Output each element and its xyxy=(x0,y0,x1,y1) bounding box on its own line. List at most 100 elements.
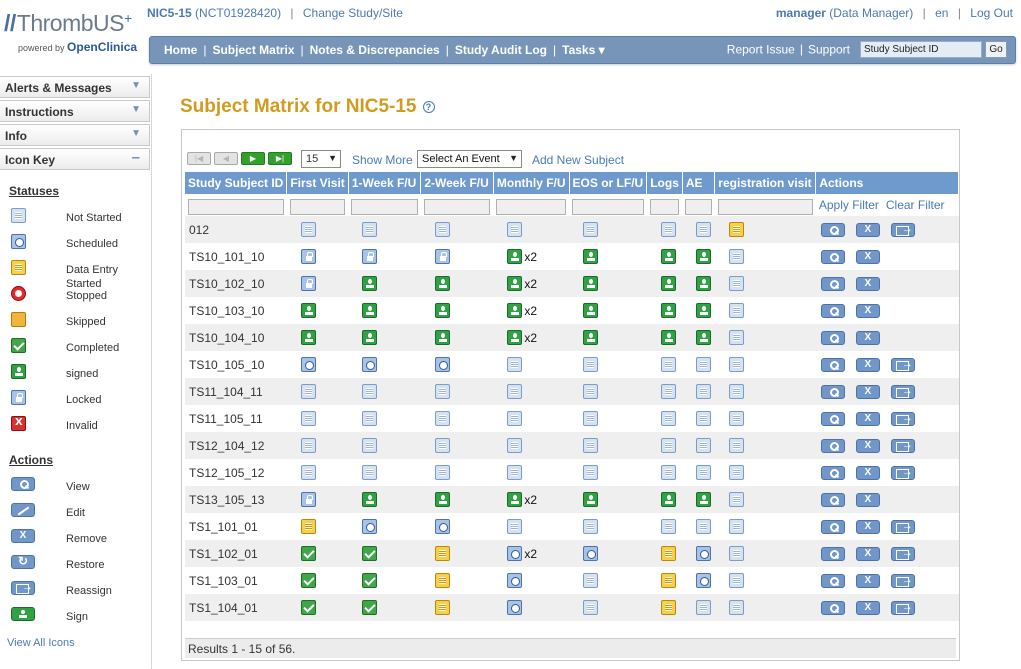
panel-info[interactable]: Info ▼ xyxy=(0,124,150,146)
signed-status-icon[interactable] xyxy=(660,249,676,265)
not-started-status-icon[interactable] xyxy=(728,249,744,265)
column-header[interactable]: EOS or LF/U xyxy=(569,172,648,194)
not-started-status-icon[interactable] xyxy=(728,465,744,481)
view-icon[interactable] xyxy=(820,222,845,237)
not-started-status-icon[interactable] xyxy=(583,438,599,454)
not-started-status-icon[interactable] xyxy=(362,222,378,238)
not-started-status-icon[interactable] xyxy=(507,411,523,427)
not-started-status-icon[interactable] xyxy=(583,465,599,481)
not-started-status-icon[interactable] xyxy=(434,465,450,481)
change-study-link[interactable]: Change Study/Site xyxy=(303,6,403,20)
add-new-subject-link[interactable]: Add New Subject xyxy=(532,153,624,167)
not-started-status-icon[interactable] xyxy=(300,384,316,400)
remove-icon[interactable] xyxy=(855,465,880,480)
app-logo[interactable]: //ThrombUS+ powered by OpenClinica xyxy=(4,10,144,58)
not-started-status-icon[interactable] xyxy=(660,519,676,535)
signed-status-icon[interactable] xyxy=(696,330,712,346)
view-icon[interactable] xyxy=(820,492,845,507)
signed-status-icon[interactable] xyxy=(660,276,676,292)
not-started-status-icon[interactable] xyxy=(434,384,450,400)
column-header[interactable]: 1-Week F/U xyxy=(348,172,422,194)
filter-monthly[interactable] xyxy=(496,198,567,215)
panel-icon-key[interactable]: Icon Key – xyxy=(0,148,150,170)
not-started-status-icon[interactable] xyxy=(362,438,378,454)
locked-status-icon[interactable] xyxy=(300,249,316,265)
signed-status-icon[interactable] xyxy=(507,276,523,292)
data-entry-started-status-icon[interactable] xyxy=(660,573,676,589)
view-icon[interactable] xyxy=(820,519,845,534)
not-started-status-icon[interactable] xyxy=(300,465,316,481)
signed-status-icon[interactable] xyxy=(696,249,712,265)
reassign-icon[interactable] xyxy=(890,465,915,480)
signed-status-icon[interactable] xyxy=(660,492,676,508)
nav-study-audit-log[interactable]: Study Audit Log xyxy=(455,43,547,57)
signed-status-icon[interactable] xyxy=(696,303,712,319)
view-icon[interactable] xyxy=(820,384,845,399)
filter-1-week[interactable] xyxy=(351,198,418,215)
signed-status-icon[interactable] xyxy=(362,492,378,508)
not-started-status-icon[interactable] xyxy=(696,357,712,373)
signed-status-icon[interactable] xyxy=(362,276,378,292)
signed-status-icon[interactable] xyxy=(507,492,523,508)
data-entry-started-status-icon[interactable] xyxy=(660,546,676,562)
signed-status-icon[interactable] xyxy=(583,249,599,265)
not-started-status-icon[interactable] xyxy=(728,411,744,427)
signed-status-icon[interactable] xyxy=(660,330,676,346)
signed-status-icon[interactable] xyxy=(434,330,450,346)
remove-icon[interactable] xyxy=(855,303,880,318)
data-entry-started-status-icon[interactable] xyxy=(728,222,744,238)
language-link[interactable]: en xyxy=(935,6,948,20)
scheduled-status-icon[interactable] xyxy=(300,357,316,373)
column-header[interactable]: First Visit xyxy=(286,172,349,194)
remove-icon[interactable] xyxy=(855,519,880,534)
remove-icon[interactable] xyxy=(855,384,880,399)
not-started-status-icon[interactable] xyxy=(696,384,712,400)
column-header[interactable]: 2-Week F/U xyxy=(420,172,494,194)
not-started-status-icon[interactable] xyxy=(300,222,316,238)
remove-icon[interactable] xyxy=(855,222,880,237)
not-started-status-icon[interactable] xyxy=(583,357,599,373)
not-started-status-icon[interactable] xyxy=(728,357,744,373)
view-icon[interactable] xyxy=(820,465,845,480)
remove-icon[interactable] xyxy=(855,600,880,615)
view-icon[interactable] xyxy=(820,438,845,453)
filter-ae[interactable] xyxy=(685,198,712,215)
reassign-icon[interactable] xyxy=(890,546,915,561)
signed-status-icon[interactable] xyxy=(362,303,378,319)
page-size-select[interactable]: 15 ▼ xyxy=(301,150,341,168)
panel-alerts-messages[interactable]: Alerts & Messages ▼ xyxy=(0,76,150,98)
signed-status-icon[interactable] xyxy=(300,330,316,346)
nav-subject-matrix[interactable]: Subject Matrix xyxy=(212,43,294,57)
not-started-status-icon[interactable] xyxy=(583,573,599,589)
view-icon[interactable] xyxy=(820,600,845,615)
not-started-status-icon[interactable] xyxy=(362,411,378,427)
reassign-icon[interactable] xyxy=(890,519,915,534)
locked-status-icon[interactable] xyxy=(300,492,316,508)
not-started-status-icon[interactable] xyxy=(434,438,450,454)
filter-subject-id[interactable] xyxy=(188,198,284,215)
logout-link[interactable]: Log Out xyxy=(970,6,1013,20)
last-page-button[interactable]: ▶| xyxy=(268,152,292,165)
completed-status-icon[interactable] xyxy=(362,546,378,562)
reassign-icon[interactable] xyxy=(890,357,915,372)
nav-home[interactable]: Home xyxy=(164,43,197,57)
not-started-status-icon[interactable] xyxy=(507,222,523,238)
remove-icon[interactable] xyxy=(855,330,880,345)
signed-status-icon[interactable] xyxy=(507,249,523,265)
search-go-button[interactable]: Go xyxy=(985,41,1007,58)
not-started-status-icon[interactable] xyxy=(728,303,744,319)
scheduled-status-icon[interactable] xyxy=(696,573,712,589)
signed-status-icon[interactable] xyxy=(362,330,378,346)
not-started-status-icon[interactable] xyxy=(696,465,712,481)
scheduled-status-icon[interactable] xyxy=(696,546,712,562)
not-started-status-icon[interactable] xyxy=(696,600,712,616)
completed-status-icon[interactable] xyxy=(300,600,316,616)
not-started-status-icon[interactable] xyxy=(728,573,744,589)
view-icon[interactable] xyxy=(820,573,845,588)
previous-page-button[interactable]: ◀ xyxy=(214,152,238,165)
scheduled-status-icon[interactable] xyxy=(583,546,599,562)
scheduled-status-icon[interactable] xyxy=(362,357,378,373)
column-header[interactable]: Actions xyxy=(815,172,959,194)
completed-status-icon[interactable] xyxy=(300,546,316,562)
data-entry-started-status-icon[interactable] xyxy=(434,546,450,562)
